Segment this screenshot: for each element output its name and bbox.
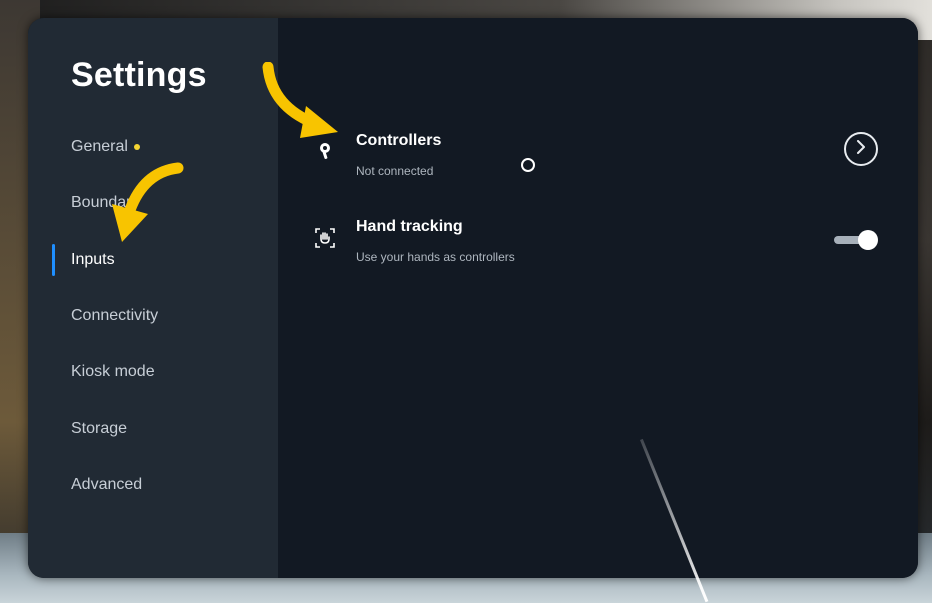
main-content: Controllers Not connected Hand tracking … — [278, 18, 918, 578]
controllers-status: Not connected — [356, 164, 434, 178]
sidebar-item-storage[interactable]: Storage — [71, 414, 127, 444]
sidebar: Settings General Boundary Inputs Connect… — [28, 18, 278, 578]
sidebar-item-label: General — [71, 138, 128, 155]
sidebar-item-label: Kiosk mode — [71, 363, 155, 380]
chevron-right-icon — [855, 139, 867, 159]
controllers-open-button[interactable] — [844, 132, 878, 166]
sidebar-item-advanced[interactable]: Advanced — [71, 470, 142, 500]
annotation-arrow-controllers — [262, 62, 338, 138]
controllers-title: Controllers — [356, 132, 442, 149]
sidebar-item-label: Inputs — [71, 251, 115, 268]
pointer-cursor — [521, 158, 535, 172]
page-title: Settings — [71, 56, 207, 94]
sidebar-item-general[interactable]: General — [71, 132, 140, 162]
annotation-arrow-inputs — [112, 162, 184, 242]
hand-tracking-toggle[interactable] — [834, 230, 878, 250]
controller-icon — [314, 142, 336, 164]
active-indicator — [52, 244, 55, 276]
sidebar-item-label: Connectivity — [71, 307, 159, 324]
settings-panel: Settings General Boundary Inputs Connect… — [28, 18, 918, 578]
sidebar-item-kiosk-mode[interactable]: Kiosk mode — [71, 357, 155, 387]
toggle-knob — [858, 230, 878, 250]
sidebar-item-label: Advanced — [71, 476, 143, 493]
hand-tracking-description: Use your hands as controllers — [356, 250, 515, 264]
controllers-row[interactable]: Controllers Not connected — [278, 128, 918, 188]
hand-icon — [314, 228, 336, 250]
hand-tracking-row: Hand tracking Use your hands as controll… — [278, 214, 918, 274]
notification-dot — [133, 143, 140, 150]
hand-tracking-title: Hand tracking — [356, 218, 463, 235]
sidebar-item-connectivity[interactable]: Connectivity — [71, 301, 158, 331]
sidebar-item-label: Storage — [71, 420, 128, 437]
